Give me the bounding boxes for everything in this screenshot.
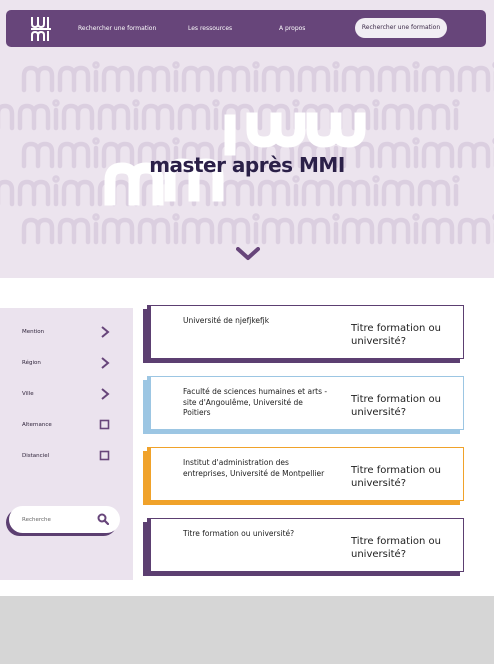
filter-alternance[interactable]: Alternance <box>22 418 112 432</box>
search-input[interactable] <box>22 512 92 527</box>
card-title: Titre formation ou université? <box>351 323 441 347</box>
navbar: Rechercher une formation Les ressources … <box>6 10 486 47</box>
chevron-right-icon[interactable] <box>99 356 111 370</box>
formation-card[interactable]: Faculté de sciences humaines et arts - s… <box>147 376 464 430</box>
distanciel-checkbox[interactable] <box>99 449 111 463</box>
card-institution: Faculté de sciences humaines et arts - s… <box>183 387 328 417</box>
nav-link-ressources[interactable]: Les ressources <box>188 10 232 47</box>
formation-card[interactable]: Université de njefjkefjk Titre formation… <box>147 305 464 359</box>
footer <box>0 596 494 664</box>
filter-label: Région <box>22 360 41 366</box>
chevron-right-icon[interactable] <box>99 325 111 339</box>
filter-label: Ville <box>22 391 34 397</box>
filter-label: Mention <box>22 329 45 335</box>
filter-label: Alternance <box>22 422 52 428</box>
filter-region[interactable]: Région <box>22 356 112 370</box>
nav-link-a-propos[interactable]: A propos <box>279 10 305 47</box>
filter-sidebar: Mention Région Ville Alternance Distanci… <box>0 308 133 580</box>
search-box <box>9 506 120 533</box>
card-title: Titre formation ou université? <box>351 394 441 418</box>
chevron-down-icon[interactable] <box>236 247 260 261</box>
results-section: Mention Région Ville Alternance Distanci… <box>0 278 494 596</box>
mmi-logo[interactable] <box>30 16 52 42</box>
chevron-right-icon[interactable] <box>99 387 111 401</box>
card-institution: Titre formation ou université? <box>183 529 295 538</box>
filter-distanciel[interactable]: Distanciel <box>22 449 112 463</box>
formation-card[interactable]: Titre formation ou université? Titre for… <box>147 518 464 572</box>
page-title: master après MMI <box>149 153 345 177</box>
hero: Rechercher une formation Les ressources … <box>0 0 494 278</box>
nav-link-rechercher[interactable]: Rechercher une formation <box>78 10 156 47</box>
card-institution: Université de njefjkefjk <box>183 316 270 325</box>
card-institution: Institut d'administration des entreprise… <box>183 458 325 478</box>
filter-mention[interactable]: Mention <box>22 325 112 339</box>
card-title: Titre formation ou université? <box>351 465 441 489</box>
formation-card[interactable]: Institut d'administration des entreprise… <box>147 447 464 501</box>
card-title: Titre formation ou université? <box>351 536 441 560</box>
filter-label: Distanciel <box>22 453 50 459</box>
filter-ville[interactable]: Ville <box>22 387 112 401</box>
search-formation-button[interactable]: Rechercher une formation <box>355 18 447 38</box>
alternance-checkbox[interactable] <box>99 418 111 432</box>
search-icon[interactable] <box>97 513 109 525</box>
